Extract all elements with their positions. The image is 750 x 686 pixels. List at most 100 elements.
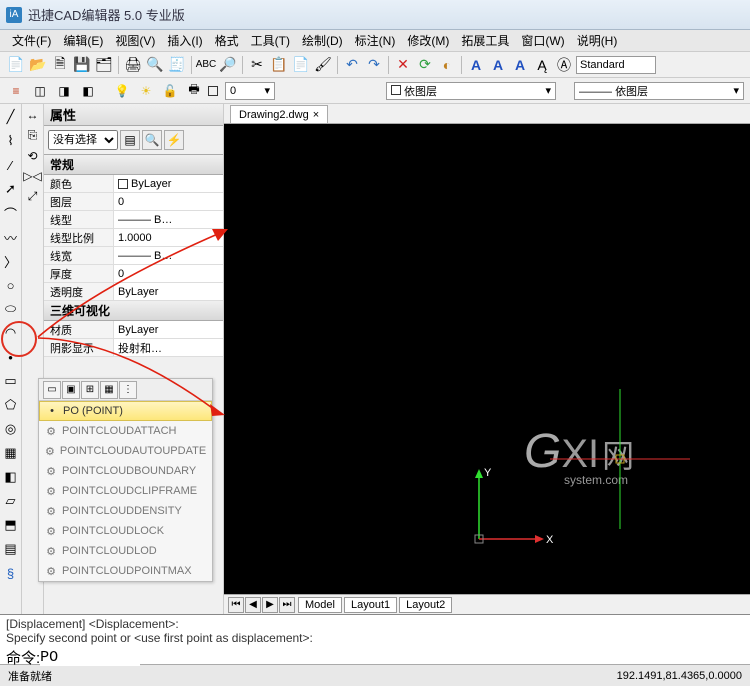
autocomplete-item[interactable]: ⚙POINTCLOUDLOCK — [39, 521, 212, 541]
construct-icon[interactable]: ◐ — [437, 55, 457, 75]
ellipse-arc-icon[interactable]: ◠ — [2, 324, 20, 342]
menu-insert[interactable]: 插入(I) — [163, 30, 206, 51]
tab-first-icon[interactable]: ⏮ — [228, 597, 244, 613]
menu-format[interactable]: 格式 — [211, 30, 243, 51]
layout-tab-2[interactable]: Layout2 — [399, 597, 452, 613]
autocomplete-item[interactable]: ⚙POINTCLOUDAUTOUPDATE — [39, 441, 212, 461]
menu-help[interactable]: 说明(H) — [573, 30, 622, 51]
spiral-icon[interactable]: § — [2, 564, 20, 582]
hatch-icon[interactable]: ▦ — [2, 444, 20, 462]
refresh-icon[interactable]: ⟳ — [415, 55, 435, 75]
autocomplete-item[interactable]: ⚙POINTCLOUDATTACH — [39, 421, 212, 441]
scale-icon[interactable]: ⤢ — [28, 189, 38, 204]
ellipse-icon[interactable]: ⬭ — [2, 300, 20, 318]
find-icon[interactable]: 🔎 — [218, 55, 238, 75]
ray-icon[interactable]: ➚ — [2, 180, 20, 198]
mirror-icon[interactable]: ▷◁ — [23, 169, 41, 183]
ac-btn1-icon[interactable]: ▭ — [43, 381, 61, 399]
save-icon[interactable]: 💾 — [72, 55, 92, 75]
autocomplete-item[interactable]: ⚙POINTCLOUDLOD — [39, 541, 212, 561]
text-a1-icon[interactable]: A — [466, 55, 486, 75]
circle-icon[interactable]: ○ — [2, 276, 20, 294]
tab-next-icon[interactable]: ▶ — [262, 597, 278, 613]
copy-icon[interactable]: ⎘ — [28, 128, 38, 143]
category-3d[interactable]: 三维可视化 — [44, 301, 223, 321]
category-general[interactable]: 常规 — [44, 155, 223, 175]
pdf-icon[interactable]: 🧾 — [167, 55, 187, 75]
polygon-icon[interactable]: ⬠ — [2, 396, 20, 414]
menu-draw[interactable]: 绘制(D) — [298, 30, 347, 51]
open-icon[interactable]: 📂 — [28, 55, 48, 75]
spline-icon[interactable]: 〰 — [2, 228, 20, 246]
autocomplete-item[interactable]: ⚙POINTCLOUDBOUNDARY — [39, 461, 212, 481]
prop-btn3-icon[interactable]: ⚡ — [164, 130, 184, 150]
undo-icon[interactable]: ↶ — [342, 55, 362, 75]
ac-btn3-icon[interactable]: ⊞ — [81, 381, 99, 399]
linetype-combo[interactable]: ——— 依图层▾ — [574, 82, 744, 100]
match-icon[interactable]: 🖌 — [313, 55, 333, 75]
xline-icon[interactable]: ∕ — [2, 156, 20, 174]
color-swatch-icon[interactable] — [208, 86, 218, 96]
lock-icon[interactable]: 🔓 — [160, 81, 180, 101]
angle-icon[interactable]: 〉 — [2, 252, 20, 270]
autocomplete-item[interactable]: •PO (POINT) — [39, 401, 212, 421]
layout-tab-1[interactable]: Layout1 — [344, 597, 397, 613]
prop-btn2-icon[interactable]: 🔍 — [142, 130, 162, 150]
ac-btn2-icon[interactable]: ▣ — [62, 381, 80, 399]
text-a3-icon[interactable]: A — [510, 55, 530, 75]
drawing-canvas[interactable]: GXI 网 system.com Y X — [224, 124, 750, 594]
menu-edit[interactable]: 编辑(E) — [59, 30, 107, 51]
region-icon[interactable]: ◧ — [2, 468, 20, 486]
new-icon[interactable]: 📄 — [6, 55, 26, 75]
menu-dimension[interactable]: 标注(N) — [351, 30, 400, 51]
menu-window[interactable]: 窗口(W) — [517, 30, 568, 51]
tab-last-icon[interactable]: ⏭ — [279, 597, 295, 613]
menu-file[interactable]: 文件(F) — [8, 30, 55, 51]
autocomplete-item[interactable]: ⚙POINTCLOUDDENSITY — [39, 501, 212, 521]
spellcheck-icon[interactable]: ABC — [196, 55, 216, 75]
tab-close-icon[interactable]: × — [313, 109, 319, 121]
donut-icon[interactable]: ◎ — [2, 420, 20, 438]
rectangle-icon[interactable]: ▭ — [2, 372, 20, 390]
polyline-icon[interactable]: ⌇ — [2, 132, 20, 150]
text-a5-icon[interactable]: Ⓐ — [554, 55, 574, 75]
menu-extend[interactable]: 拓展工具 — [457, 30, 513, 51]
ac-btn4-icon[interactable]: ▦ — [100, 381, 118, 399]
bulb-icon[interactable]: 💡 — [112, 81, 132, 101]
layer-state-icon[interactable]: ◫ — [30, 81, 50, 101]
text-a4-icon[interactable]: Ą — [532, 55, 552, 75]
wipeout-icon[interactable]: ▱ — [2, 492, 20, 510]
sun-icon[interactable]: ☀ — [136, 81, 156, 101]
rotate-icon[interactable]: ⟲ — [27, 149, 37, 163]
selection-combo[interactable]: 没有选择 — [48, 130, 118, 150]
layer-combo[interactable]: 依图层▾ — [386, 82, 556, 100]
line-icon[interactable]: ╱ — [2, 108, 20, 126]
print-icon[interactable]: 🖨 — [123, 55, 143, 75]
move-icon[interactable]: ↔ — [27, 108, 39, 122]
arc-icon[interactable]: ⌒ — [2, 204, 20, 222]
cut-icon[interactable]: ✂ — [247, 55, 267, 75]
menu-modify[interactable]: 修改(M) — [403, 30, 453, 51]
point-icon[interactable]: • — [2, 348, 20, 366]
block-icon[interactable]: ⬒ — [2, 516, 20, 534]
prop-btn1-icon[interactable]: ▤ — [120, 130, 140, 150]
style-combo[interactable]: Standard — [576, 56, 656, 74]
layer-mgr-icon[interactable]: ≡ — [6, 81, 26, 101]
autocomplete-item[interactable]: ⚙POINTCLOUDPOINTMAX — [39, 561, 212, 581]
layer-iso-icon[interactable]: ◨ — [54, 81, 74, 101]
tab-prev-icon[interactable]: ◀ — [245, 597, 261, 613]
table-icon[interactable]: ▤ — [2, 540, 20, 558]
file-icon[interactable]: 🗎 — [50, 55, 70, 75]
autocomplete-item[interactable]: ⚙POINTCLOUDCLIPFRAME — [39, 481, 212, 501]
ac-btn5-icon[interactable]: ⋮ — [119, 381, 137, 399]
layout-tab-model[interactable]: Model — [298, 597, 342, 613]
color-combo[interactable]: 0▾ — [225, 82, 275, 100]
saveall-icon[interactable]: 🗂 — [94, 55, 114, 75]
command-input[interactable] — [40, 649, 140, 666]
preview-icon[interactable]: 🔍 — [145, 55, 165, 75]
menu-tools[interactable]: 工具(T) — [247, 30, 294, 51]
document-tab[interactable]: Drawing2.dwg × — [230, 105, 328, 123]
redo-icon[interactable]: ↷ — [364, 55, 384, 75]
layer-prev-icon[interactable]: ◧ — [78, 81, 98, 101]
text-a2-icon[interactable]: A — [488, 55, 508, 75]
